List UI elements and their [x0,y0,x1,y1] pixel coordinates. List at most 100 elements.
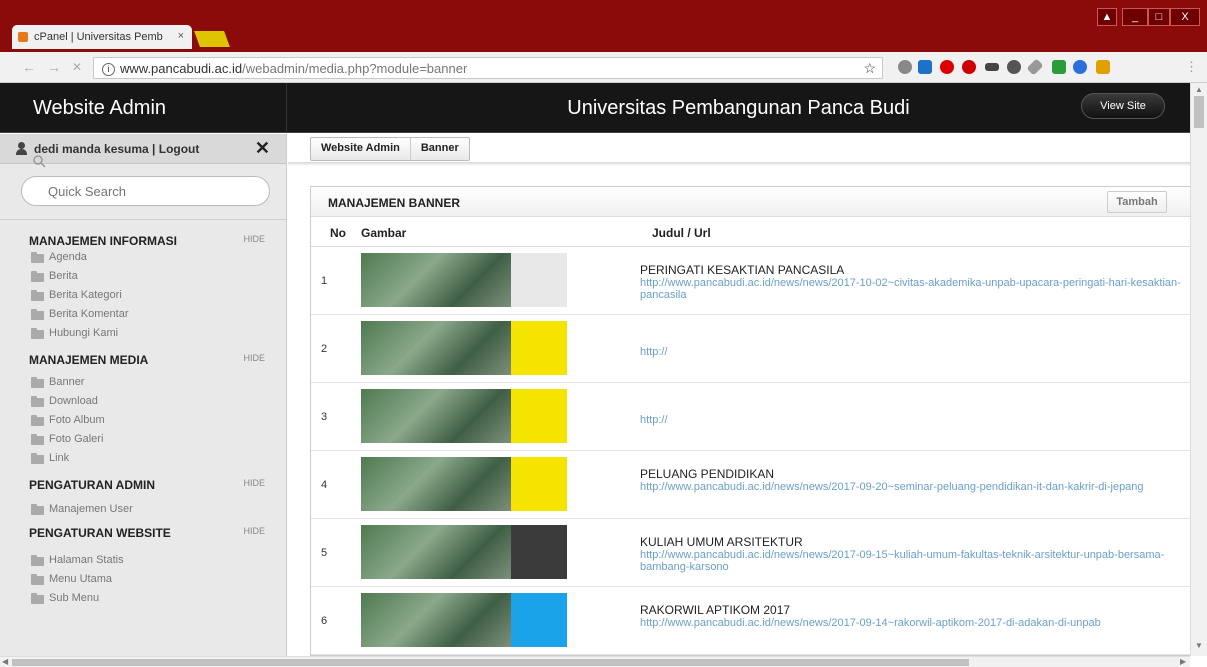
banner-thumbnail[interactable] [361,457,567,511]
globe-icon[interactable] [1073,60,1087,74]
sidebar-item-link[interactable]: Link [29,449,286,468]
banner-accent-block [511,593,567,647]
adblock-icon[interactable] [962,60,976,74]
sidebar-item-halaman-statis[interactable]: Halaman Statis [29,551,286,570]
banner-url-link[interactable]: http://www.pancabudi.ac.id/news/news/201… [640,617,1190,629]
sidebar-item-manajemen-user[interactable]: Manajemen User [29,500,286,519]
vertical-scroll-thumb[interactable] [1194,96,1204,128]
stop-icon[interactable]: ✕ [72,60,82,74]
banner-photo [361,593,511,647]
profile-icon[interactable]: ▲ [1097,8,1117,26]
breadcrumb-root[interactable]: Website Admin [311,138,411,160]
sidebar-item-menu-utama[interactable]: Menu Utama [29,570,286,589]
sidebar-item-agenda[interactable]: Agenda [29,248,286,267]
folder-icon [31,504,44,515]
sidebar-item-banner[interactable]: Banner [29,373,286,392]
scroll-left-icon[interactable]: ◀ [2,657,8,666]
extension-flash-icon[interactable] [1096,60,1110,74]
folder-icon [31,290,44,301]
panel-header: MANAJEMEN BANNER Tambah [311,187,1190,217]
column-header-title-url: Judul / Url [652,226,711,240]
folder-icon [31,593,44,604]
scroll-up-icon[interactable]: ▲ [1195,85,1203,94]
breadcrumb-current: Banner [420,142,459,154]
banner-thumbnail[interactable] [361,253,567,307]
banner-url-link[interactable]: http:// [640,414,1190,426]
row-number: 6 [321,615,328,627]
banner-url-link[interactable]: http://www.pancabudi.ac.id/news/news/201… [640,277,1190,301]
banner-accent-block [511,321,567,375]
scroll-down-icon[interactable]: ▼ [1195,641,1203,650]
column-header-image: Gambar [361,226,407,240]
tab-close-icon[interactable]: × [178,30,184,42]
url-host: www.pancabudi.ac.id [120,61,243,76]
banner-url-link[interactable]: http://www.pancabudi.ac.id/news/news/201… [640,549,1190,573]
table-row[interactable]: 2 http:// [311,315,1190,383]
hide-toggle[interactable]: HIDE [243,478,265,488]
row-number: 4 [321,479,328,491]
url-input[interactable]: i www.pancabudi.ac.id/webadmin/media.php?… [93,57,883,79]
folder-icon [31,377,44,388]
sidebar-item-berita-kategori[interactable]: Berita Kategori [29,286,286,305]
pen-icon[interactable] [1026,58,1044,76]
new-tab-button[interactable] [194,31,230,47]
settings-gear-icon[interactable] [1007,60,1021,74]
maximize-button[interactable]: □ [1148,8,1170,26]
user-logout-link[interactable]: dedi manda kesuma | Logout [34,142,199,156]
add-button[interactable]: Tambah [1107,191,1167,213]
menu-group-website: PENGATURAN WEBSITE HIDE Halaman Statis M… [0,519,286,608]
close-sidebar-icon[interactable]: ✕ [255,138,270,159]
sidebar-item-hubungi-kami[interactable]: Hubungi Kami [29,324,286,343]
browser-tab[interactable]: cPanel | Universitas Pemb × [12,25,192,49]
browser-menu-icon[interactable]: ⋮ [1185,59,1198,75]
extension-new-icon[interactable] [918,60,932,74]
calendar-icon[interactable] [1052,60,1066,74]
bookmark-star-icon[interactable]: ☆ [863,60,876,77]
banner-photo [361,525,511,579]
extension-bar-icon[interactable] [985,63,999,71]
hide-toggle[interactable]: HIDE [243,234,265,244]
banner-url-link[interactable]: http:// [640,346,1190,358]
forward-icon[interactable]: → [47,59,61,75]
info-icon[interactable]: i [102,63,115,76]
banner-url-link[interactable]: http://www.pancabudi.ac.id/news/news/201… [640,481,1190,493]
banner-thumbnail[interactable] [361,593,567,647]
hide-toggle[interactable]: HIDE [243,353,265,363]
panel-title: MANAJEMEN BANNER [328,196,461,210]
folder-icon [31,574,44,585]
banner-thumbnail[interactable] [361,525,567,579]
close-window-button[interactable]: X [1170,8,1200,26]
sidebar-item-foto-album[interactable]: Foto Album [29,411,286,430]
scroll-right-icon[interactable]: ▶ [1180,657,1186,666]
banner-thumbnail[interactable] [361,389,567,443]
table-row[interactable]: 1 PERINGATI KESAKTIAN PANCASILA http://www… [311,247,1190,315]
view-site-button[interactable]: View Site [1081,93,1165,119]
brand-title[interactable]: Website Admin [0,83,287,133]
row-info: http:// [640,413,1190,426]
breadcrumb: Website Admin Banner [310,137,470,161]
sidebar-item-download[interactable]: Download [29,392,286,411]
banner-accent-block [511,253,567,307]
table-row[interactable]: 4 PELUANG PENDIDIKAN http://www.pancabudi.… [311,451,1190,519]
sidebar-item-berita-komentar[interactable]: Berita Komentar [29,305,286,324]
menu-group-media: MANAJEMEN MEDIA HIDE Banner Download Fot… [0,343,286,468]
extension-icon[interactable] [898,60,912,74]
horizontal-scrollbar[interactable]: ◀ ▶ [0,656,1190,667]
table-row[interactable]: 3 http:// [311,383,1190,451]
hide-toggle[interactable]: HIDE [243,526,265,536]
main-content: Website Admin Banner MANAJEMEN BANNER Ta… [288,134,1190,656]
table-row[interactable]: 6 RAKORWIL APTIKOM 2017 http://www.pancabu… [311,587,1190,655]
sidebar-item-foto-galeri[interactable]: Foto Galeri [29,430,286,449]
folder-icon [31,434,44,445]
table-row[interactable]: 5 KULIAH UMUM ARSITEKTUR http://www.pancab… [311,519,1190,587]
opera-extension-icon[interactable] [940,60,954,74]
quick-search-input[interactable] [21,176,270,206]
sidebar-item-sub-menu[interactable]: Sub Menu [29,589,286,608]
vertical-scrollbar[interactable]: ▲ ▼ [1190,83,1207,656]
horizontal-scroll-thumb[interactable] [12,659,969,666]
sidebar-item-berita[interactable]: Berita [29,267,286,286]
minimize-button[interactable]: _ [1122,8,1148,26]
folder-icon [31,252,44,263]
back-icon[interactable]: ← [22,59,36,75]
banner-thumbnail[interactable] [361,321,567,375]
